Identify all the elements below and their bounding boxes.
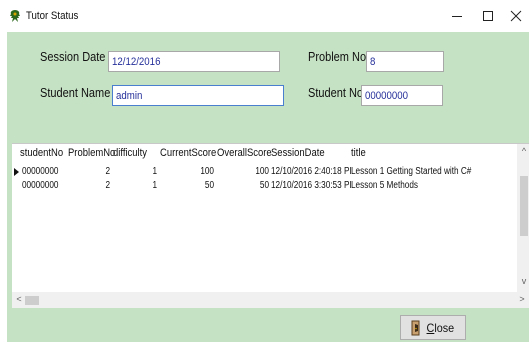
cell-problemno: 2 — [105, 166, 110, 177]
cell-sessiondate: 12/10/2016 2:40:18 PI — [271, 166, 352, 177]
door-exit-icon — [411, 320, 420, 335]
problem-no-field[interactable]: 8 — [366, 51, 444, 72]
maximize-icon — [483, 11, 493, 21]
scroll-left-icon[interactable]: < — [12, 294, 26, 304]
close-window-button[interactable] — [500, 4, 529, 28]
column-header-problemno[interactable]: ProblemNo — [68, 147, 115, 159]
app-icon — [10, 10, 20, 22]
scroll-right-icon[interactable]: > — [515, 294, 529, 304]
column-header-title[interactable]: title — [351, 147, 366, 159]
cell-problemno: 2 — [105, 180, 110, 191]
problem-no-label: Problem No — [308, 50, 367, 64]
student-no-field[interactable]: 00000000 — [361, 85, 443, 106]
student-no-label: Student No — [308, 86, 364, 100]
cell-difficulty: 1 — [152, 166, 157, 177]
cell-overallscore: 100 — [255, 166, 269, 177]
window-title: Tutor Status — [26, 10, 79, 22]
cell-currentscore: 50 — [204, 180, 214, 191]
column-header-sessiondate[interactable]: SessionDate — [271, 147, 325, 159]
current-row-indicator-icon — [14, 168, 19, 176]
cell-title: Lesson 1 Getting Started with C# — [351, 166, 472, 177]
cell-studentno: 00000000 — [22, 180, 59, 191]
cell-overallscore: 50 — [259, 180, 269, 191]
cell-currentscore: 100 — [200, 166, 214, 177]
scroll-up-icon[interactable]: ^ — [517, 146, 529, 156]
minimize-button[interactable] — [441, 4, 473, 28]
column-header-studentno[interactable]: studentNo — [20, 147, 63, 159]
table-row[interactable]: 00000000 2 1 50 50 12/10/2016 3:30:53 PI… — [12, 180, 517, 193]
cell-difficulty: 1 — [152, 180, 157, 191]
student-name-field[interactable]: admin — [112, 85, 284, 106]
close-button-label: Close — [426, 320, 455, 335]
grid-header: studentNo ProblemNo difficulty CurrentSc… — [12, 147, 517, 163]
column-header-currentscore[interactable]: CurrentScore — [160, 147, 216, 159]
horizontal-scrollbar[interactable]: < > — [12, 292, 529, 308]
table-row[interactable]: 00000000 2 1 100 100 12/10/2016 2:40:18 … — [12, 166, 517, 179]
title-bar: Tutor Status — [0, 0, 529, 32]
session-date-label: Session Date — [40, 50, 106, 64]
horizontal-scroll-thumb[interactable] — [25, 296, 39, 305]
close-button[interactable]: Close — [400, 315, 466, 340]
status-grid[interactable]: studentNo ProblemNo difficulty CurrentSc… — [12, 143, 529, 308]
session-date-field[interactable]: 12/12/2016 — [108, 51, 280, 72]
column-header-overallscore[interactable]: OverallScore — [217, 147, 272, 159]
cell-studentno: 00000000 — [22, 166, 59, 177]
student-name-label: Student Name — [40, 86, 111, 100]
minimize-icon — [452, 16, 462, 17]
cell-title: Lesson 5 Methods — [351, 180, 419, 191]
close-icon — [510, 10, 522, 22]
vertical-scroll-thumb[interactable] — [520, 176, 528, 236]
cell-sessiondate: 12/10/2016 3:30:53 PI — [271, 180, 352, 191]
vertical-scrollbar[interactable]: ^ v — [517, 144, 529, 292]
scroll-down-icon[interactable]: v — [517, 276, 529, 286]
column-header-difficulty[interactable]: difficulty — [113, 147, 147, 159]
